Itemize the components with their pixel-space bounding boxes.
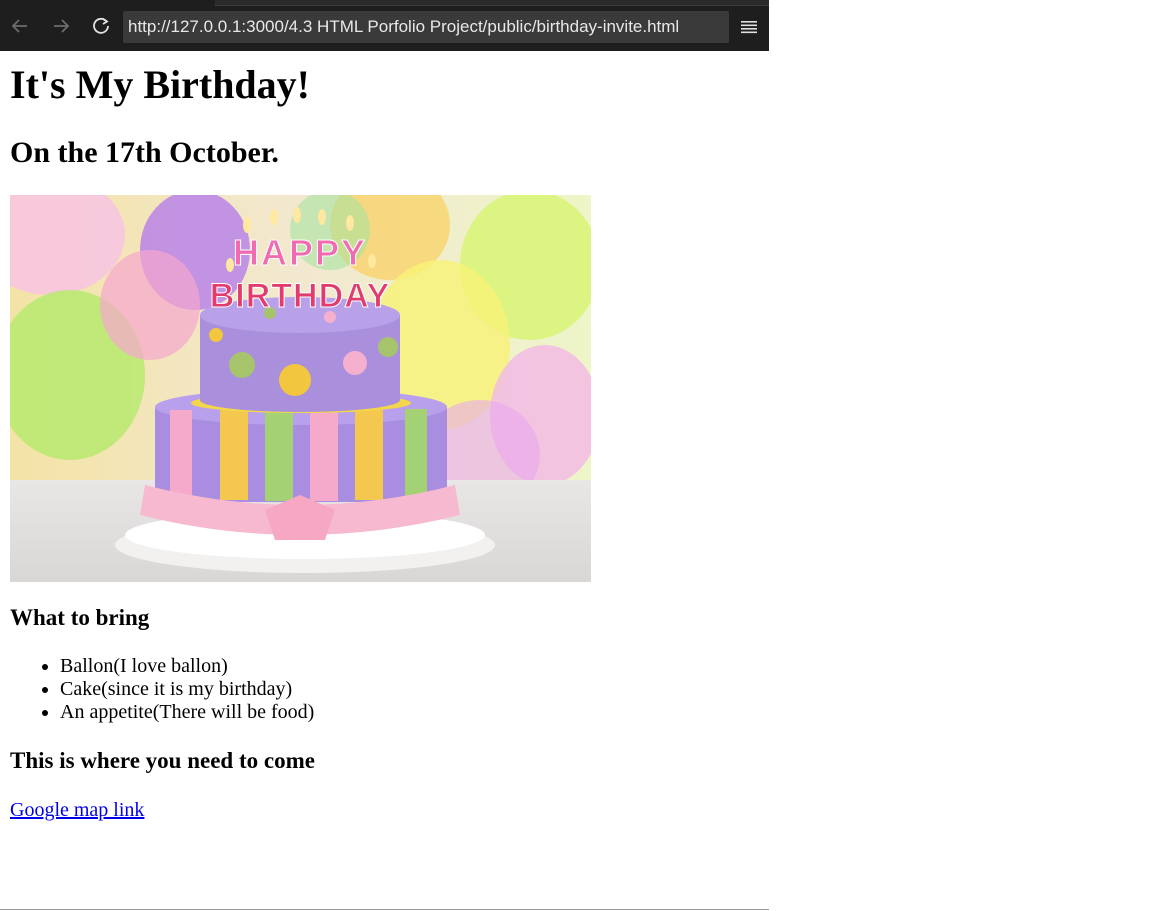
page-subtitle: On the 17th October. (10, 136, 279, 169)
cake-candle-text: HAPPY (233, 232, 367, 273)
list-item: Cake(since it is my birthday) (60, 678, 314, 701)
menu-button[interactable] (737, 15, 761, 39)
google-map-link[interactable]: Google map link (10, 798, 144, 822)
browser-toolbar: http://127.0.0.1:3000/4.3 HTML Porfolio … (0, 0, 769, 51)
what-to-bring-heading: What to bring (10, 605, 150, 630)
reload-icon (93, 17, 109, 34)
birthday-cake-image: HAPPY BIRTHDAY (10, 195, 591, 582)
page-title: It's My Birthday! (10, 62, 310, 107)
window-bottom-border (0, 909, 769, 910)
back-button[interactable] (8, 13, 32, 39)
arrow-left-icon (11, 19, 27, 33)
bring-list: Ballon(I love ballon) Cake(since it is m… (10, 655, 314, 724)
list-item: Ballon(I love ballon) (60, 655, 314, 678)
reload-button[interactable] (89, 13, 113, 39)
hamburger-menu-icon (741, 21, 757, 34)
forward-button[interactable] (49, 13, 73, 39)
list-item: An appetite(There will be food) (60, 701, 314, 724)
location-heading: This is where you need to come (10, 748, 315, 773)
svg-text:BIRTHDAY: BIRTHDAY (210, 277, 391, 315)
url-input[interactable]: http://127.0.0.1:3000/4.3 HTML Porfolio … (123, 11, 729, 43)
tab-strip (215, 0, 769, 6)
arrow-right-icon (54, 19, 70, 33)
